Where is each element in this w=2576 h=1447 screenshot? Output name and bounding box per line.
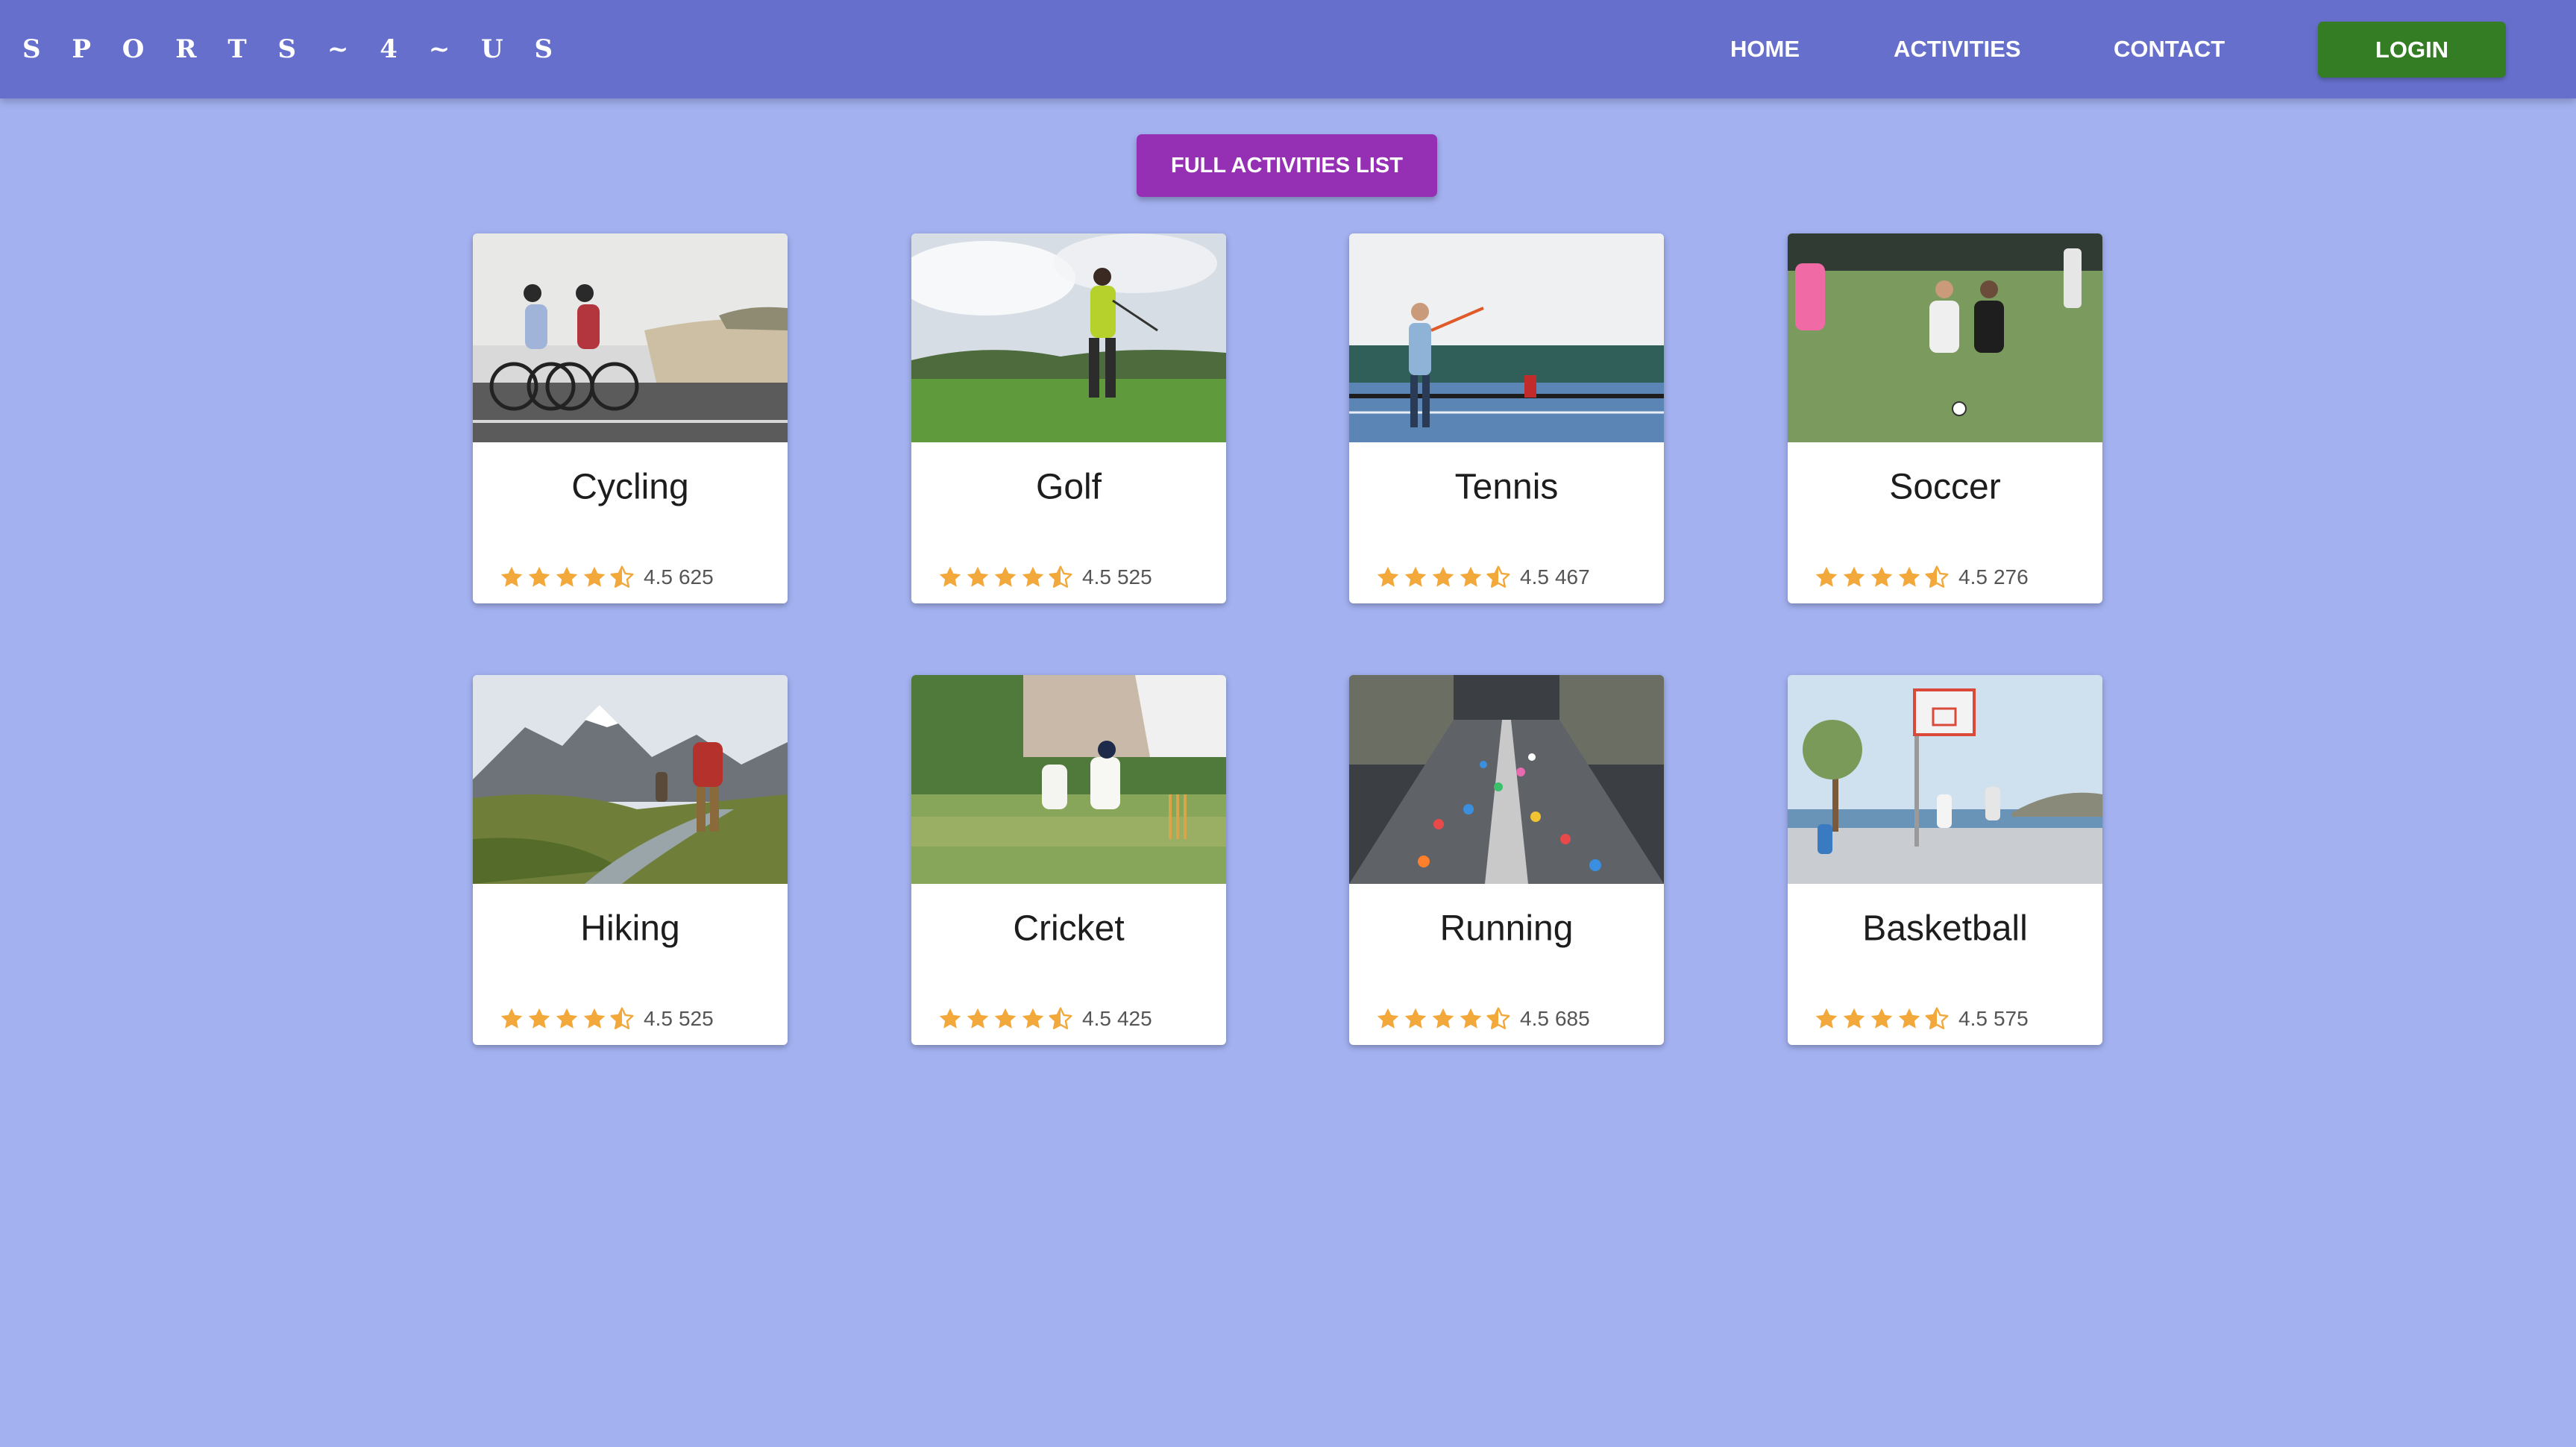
rating-count: 276 [1993, 565, 2029, 588]
star-icon [1457, 1005, 1484, 1032]
rating-value: 4.5 [1520, 565, 1549, 588]
activity-title: Soccer [1889, 467, 2001, 507]
half-star-icon [1923, 1005, 1950, 1032]
activity-card-soccer[interactable]: Soccer 4.5 276 [1788, 233, 2102, 603]
cycling-photo [473, 233, 788, 442]
activity-card-golf[interactable]: Golf 4.5 525 [911, 233, 1226, 603]
tennis-photo [1349, 233, 1664, 442]
star-icon [526, 564, 553, 591]
rating-count: 525 [1116, 565, 1152, 588]
activity-title: Cricket [1013, 908, 1125, 949]
star-icon [581, 1005, 608, 1032]
rating-count: 525 [678, 1007, 714, 1030]
rating-value: 4.5 [1520, 1007, 1549, 1030]
star-icon [553, 564, 580, 591]
star-icon [964, 1005, 991, 1032]
star-icon [581, 564, 608, 591]
brand-logo[interactable]: S P O R T S ~ 4 ~ U S [22, 0, 564, 98]
star-icon [1868, 1005, 1895, 1032]
hiking-photo [473, 675, 788, 884]
rating-value: 4.5 [1082, 565, 1111, 588]
star-icon [1020, 1005, 1046, 1032]
half-star-icon [1047, 564, 1074, 591]
star-icon [937, 564, 964, 591]
activity-title: Hiking [580, 908, 680, 949]
rating-row: 4.5 685 [1375, 1004, 1590, 1034]
activity-card-tennis[interactable]: Tennis 4.5 467 [1349, 233, 1664, 603]
star-icon [1430, 1005, 1457, 1032]
star-icon [937, 1005, 964, 1032]
rating-count: 685 [1554, 1007, 1590, 1030]
star-icon [1841, 564, 1867, 591]
star-icon [553, 1005, 580, 1032]
nav-link-contact[interactable]: CONTACT [2114, 0, 2225, 98]
half-star-icon [1485, 1005, 1512, 1032]
star-icon [498, 564, 525, 591]
rating-value: 4.5 [1082, 1007, 1111, 1030]
star-icon [992, 564, 1019, 591]
login-button[interactable]: LOGIN [2318, 22, 2506, 78]
basketball-photo [1788, 675, 2102, 884]
star-icon [1402, 1005, 1429, 1032]
activity-title: Tennis [1454, 467, 1559, 507]
star-icon [498, 1005, 525, 1032]
rating-value: 4.5 [1958, 565, 1988, 588]
activity-title: Basketball [1862, 908, 2028, 949]
rating-value: 4.5 [644, 1007, 673, 1030]
star-icon [964, 564, 991, 591]
star-icon [1020, 564, 1046, 591]
star-icon [1457, 564, 1484, 591]
cricket-photo [911, 675, 1226, 884]
nav-link-home[interactable]: HOME [1730, 0, 1800, 98]
star-icon [1402, 564, 1429, 591]
star-icon [992, 1005, 1019, 1032]
star-icon [1813, 564, 1840, 591]
star-icon [1868, 564, 1895, 591]
half-star-icon [609, 1005, 635, 1032]
rating-row: 4.5 276 [1813, 562, 2029, 592]
star-icon [1841, 1005, 1867, 1032]
soccer-photo [1788, 233, 2102, 442]
full-activities-list-button[interactable]: FULL ACTIVITIES LIST [1137, 134, 1437, 197]
star-icon [1375, 1005, 1401, 1032]
star-icon [1375, 564, 1401, 591]
running-photo [1349, 675, 1664, 884]
activity-title: Golf [1035, 467, 1102, 507]
rating-value: 4.5 [1958, 1007, 1988, 1030]
nav-link-activities[interactable]: ACTIVITIES [1894, 0, 2021, 98]
activity-card-running[interactable]: Running 4.5 685 [1349, 675, 1664, 1045]
activity-card-cycling[interactable]: Cycling 4.5 625 [473, 233, 788, 603]
rating-row: 4.5 575 [1813, 1004, 2029, 1034]
top-navbar: S P O R T S ~ 4 ~ U S HOME ACTIVITIES CO… [0, 0, 2576, 98]
activity-card-basketball[interactable]: Basketball 4.5 575 [1788, 675, 2102, 1045]
rating-count: 425 [1116, 1007, 1152, 1030]
star-icon [1896, 564, 1923, 591]
half-star-icon [1923, 564, 1950, 591]
half-star-icon [1047, 1005, 1074, 1032]
activity-card-hiking[interactable]: Hiking 4.5 525 [473, 675, 788, 1045]
rating-row: 4.5 425 [937, 1004, 1152, 1034]
rating-count: 575 [1993, 1007, 2029, 1030]
rating-row: 4.5 525 [498, 1004, 714, 1034]
rating-row: 4.5 625 [498, 562, 714, 592]
rating-count: 625 [678, 565, 714, 588]
star-icon [1896, 1005, 1923, 1032]
golf-photo [911, 233, 1226, 442]
star-icon [526, 1005, 553, 1032]
activity-title: Running [1439, 908, 1574, 949]
star-icon [1430, 564, 1457, 591]
activity-title: Cycling [571, 467, 689, 507]
star-icon [1813, 1005, 1840, 1032]
rating-row: 4.5 525 [937, 562, 1152, 592]
rating-row: 4.5 467 [1375, 562, 1590, 592]
activity-card-cricket[interactable]: Cricket 4.5 425 [911, 675, 1226, 1045]
rating-count: 467 [1554, 565, 1590, 588]
half-star-icon [1485, 564, 1512, 591]
rating-value: 4.5 [644, 565, 673, 588]
half-star-icon [609, 564, 635, 591]
